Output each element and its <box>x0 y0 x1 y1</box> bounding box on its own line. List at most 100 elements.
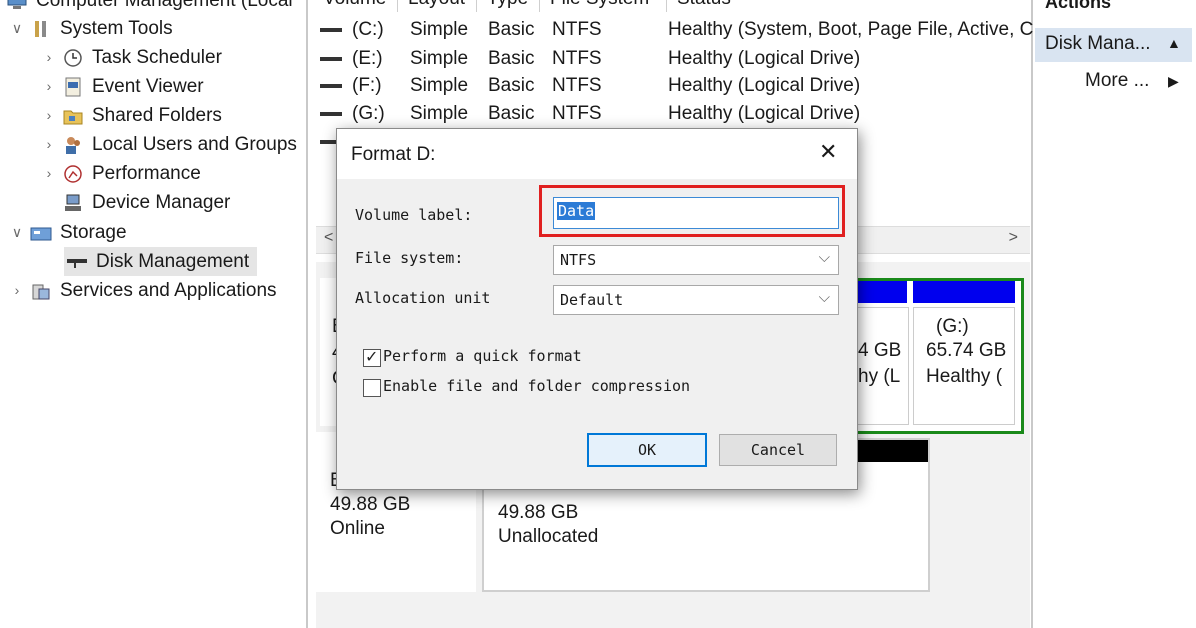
tree-node-label: Disk Management <box>96 251 250 272</box>
chevron-right-icon[interactable]: › <box>42 130 56 159</box>
submenu-arrow-icon[interactable]: ▶ <box>1168 73 1179 90</box>
table-row[interactable]: (C:) Simple Basic NTFS Healthy (System, … <box>320 16 1033 44</box>
volume-label-value: Data <box>557 202 596 220</box>
chevron-down-icon: ⌵ <box>818 289 830 306</box>
volume-label-caption: Volume label: <box>355 206 473 224</box>
cell-fs: NTFS <box>552 48 602 69</box>
shared-folder-icon <box>62 106 84 126</box>
disk-management-icon <box>66 252 88 272</box>
scroll-right-icon[interactable]: > <box>1009 229 1018 247</box>
cell-volume: (C:) <box>352 19 384 40</box>
column-header-status[interactable]: Status <box>667 0 807 12</box>
volume-list-header: Volume Layout Type File System Status <box>313 0 807 12</box>
cell-status: Healthy (System, Boot, Page File, Active… <box>668 19 1034 40</box>
chevron-right-icon[interactable]: › <box>42 101 56 130</box>
actions-group-disk-management[interactable]: Disk Mana... ▲ <box>1035 28 1192 62</box>
partition-size: 4 GB <box>858 340 902 361</box>
cell-fs: NTFS <box>552 103 602 124</box>
scroll-left-icon[interactable]: < <box>324 229 333 247</box>
tree-node-root[interactable]: Computer Management (Local <box>6 0 293 15</box>
table-row[interactable]: (G:) Simple Basic NTFS Healthy (Logical … <box>320 100 860 128</box>
tree-node-label: Task Scheduler <box>92 47 222 68</box>
tree-node-label: Storage <box>60 222 127 243</box>
chevron-down-icon[interactable]: ∨ <box>10 218 24 247</box>
close-icon[interactable]: ✕ <box>819 139 837 165</box>
storage-icon <box>30 223 52 243</box>
tree-node-local-users[interactable]: › Local Users and Groups <box>42 130 297 159</box>
device-manager-icon <box>62 193 84 213</box>
actions-title: Actions <box>1045 0 1112 12</box>
quick-format-label[interactable]: Perform a quick format <box>383 347 582 365</box>
disk-2-state: Online <box>330 518 385 539</box>
column-header-layout[interactable]: Layout <box>398 0 477 12</box>
tree-node-task-scheduler[interactable]: › Task Scheduler <box>42 43 222 72</box>
tree-node-storage[interactable]: ∨ Storage <box>10 218 127 247</box>
actions-pane <box>1033 0 1196 628</box>
tree-node-system-tools[interactable]: ∨ System Tools <box>10 14 173 43</box>
ok-button-label: OK <box>637 441 657 459</box>
computer-icon <box>6 0 28 11</box>
table-row[interactable]: (E:) Simple Basic NTFS Healthy (Logical … <box>320 45 860 73</box>
tree-node-label: Device Manager <box>92 192 231 213</box>
tools-icon <box>30 19 52 39</box>
tree-node-shared-folders[interactable]: › Shared Folders <box>42 101 222 130</box>
tree-node-device-manager[interactable]: Device Manager <box>56 188 230 217</box>
quick-format-checkbox[interactable]: ✓ <box>363 349 381 367</box>
cell-status: Healthy (Logical Drive) <box>668 48 861 69</box>
unallocated-label: Unallocated <box>498 526 599 547</box>
tree-node-disk-management[interactable]: Disk Management <box>64 247 258 276</box>
tree-node-label: Computer Management (Local <box>36 0 293 11</box>
file-system-select[interactable]: NTFS ⌵ <box>553 245 839 275</box>
cell-layout: Simple <box>410 48 469 69</box>
cell-fs: NTFS <box>552 75 602 96</box>
more-actions-link[interactable]: More ... <box>1085 70 1149 92</box>
compression-checkbox[interactable] <box>363 379 381 397</box>
volume-label-input[interactable]: Data <box>553 197 839 229</box>
volume-icon <box>320 57 342 61</box>
chevron-right-icon[interactable]: › <box>42 159 56 188</box>
tree-node-event-viewer[interactable]: › Event Viewer <box>42 72 204 101</box>
cell-status: Healthy (Logical Drive) <box>668 75 861 96</box>
volume-icon <box>320 28 342 32</box>
unallocated-size: 49.88 GB <box>498 502 579 523</box>
checkmark-icon: ✓ <box>365 349 379 366</box>
tree-node-label: Performance <box>92 163 201 184</box>
more-actions-label: More ... <box>1085 70 1150 91</box>
partition-bar <box>857 281 907 303</box>
cell-layout: Simple <box>410 75 469 96</box>
volume-icon <box>320 112 342 116</box>
actions-group-label: Disk Mana... <box>1045 33 1151 54</box>
tree-node-label: Local Users and Groups <box>92 134 297 155</box>
tree-node-performance[interactable]: › Performance <box>42 159 201 188</box>
chevron-right-icon[interactable]: › <box>10 276 24 305</box>
chevron-down-icon[interactable]: ∨ <box>10 14 24 43</box>
column-header-type[interactable]: Type <box>477 0 540 12</box>
tree-node-label: Services and Applications <box>60 280 277 301</box>
partition-f[interactable]: 4 GB hy (L <box>857 307 909 425</box>
ok-button[interactable]: OK <box>587 433 707 467</box>
partition-label: (G:) <box>936 316 969 337</box>
pane-divider[interactable] <box>306 0 308 628</box>
cell-fs: NTFS <box>552 19 602 40</box>
compression-label[interactable]: Enable file and folder compression <box>383 377 690 395</box>
cancel-button[interactable]: Cancel <box>719 434 837 466</box>
disk-2-size: 49.88 GB <box>330 494 411 515</box>
collapse-up-icon[interactable]: ▲ <box>1167 35 1181 51</box>
allocation-unit-select[interactable]: Default ⌵ <box>553 285 839 315</box>
format-dialog: Format D: ✕ Volume label: Data File syst… <box>336 128 858 490</box>
performance-icon <box>62 164 84 184</box>
clock-icon <box>62 48 84 68</box>
cell-volume: (F:) <box>352 75 382 96</box>
navigation-tree: Computer Management (Local ∨ System Tool… <box>0 0 306 628</box>
cell-layout: Simple <box>410 19 469 40</box>
table-row[interactable]: (F:) Simple Basic NTFS Healthy (Logical … <box>320 72 860 100</box>
column-header-volume[interactable]: Volume <box>313 0 398 12</box>
column-header-file-system[interactable]: File System <box>540 0 667 12</box>
partition-bar <box>913 281 1015 303</box>
tree-node-label: Event Viewer <box>92 76 204 97</box>
services-icon <box>30 281 52 301</box>
chevron-right-icon[interactable]: › <box>42 72 56 101</box>
chevron-right-icon[interactable]: › <box>42 43 56 72</box>
partition-g[interactable]: (G:) 65.74 GB Healthy ( <box>913 307 1015 425</box>
tree-node-services[interactable]: › Services and Applications <box>10 276 277 305</box>
